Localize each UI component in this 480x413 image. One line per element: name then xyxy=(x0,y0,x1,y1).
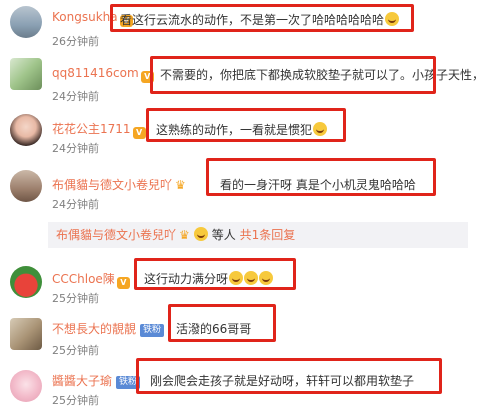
crown-badge-icon: ♛ xyxy=(179,228,190,242)
timestamp: 25分钟前 xyxy=(52,344,99,357)
avatar[interactable] xyxy=(10,170,42,202)
fan-badge: 铁粉 xyxy=(140,324,165,337)
highlight-box xyxy=(150,56,436,94)
timestamp: 24分钟前 xyxy=(52,90,99,103)
reply-summary[interactable]: 布偶貓与德文小卷兒吖 ♛ 等人 共1条回复 xyxy=(48,222,468,248)
avatar[interactable] xyxy=(10,370,42,402)
avatar[interactable] xyxy=(10,58,42,90)
username[interactable]: qq811416com V xyxy=(52,66,154,83)
avatar[interactable] xyxy=(10,114,42,146)
timestamp: 26分钟前 xyxy=(52,35,99,48)
emoji-icon xyxy=(193,227,208,241)
reply-username[interactable]: 布偶貓与德文小卷兒吖 xyxy=(56,228,176,242)
highlight-box xyxy=(134,258,296,290)
timestamp: 25分钟前 xyxy=(52,292,99,305)
vip-badge-icon: V xyxy=(116,277,130,289)
highlight-box xyxy=(110,4,414,32)
timestamp: 25分钟前 xyxy=(52,394,99,407)
reply-count-link[interactable]: 共1条回复 xyxy=(240,228,296,242)
avatar[interactable] xyxy=(10,266,42,298)
crown-badge-icon: ♛ xyxy=(175,178,186,192)
highlight-box xyxy=(146,108,346,142)
reply-middle-text: 等人 xyxy=(211,228,236,242)
username[interactable]: 花花公主1711 V xyxy=(52,120,146,139)
username[interactable]: CCChloe陳 V xyxy=(52,270,130,289)
vip-badge-icon: V xyxy=(132,127,146,139)
timestamp: 24分钟前 xyxy=(52,198,99,211)
highlight-box xyxy=(206,158,436,196)
avatar[interactable] xyxy=(10,318,42,350)
username[interactable]: 布偶貓与德文小卷兒吖 ♛ xyxy=(52,176,186,193)
highlight-box xyxy=(168,304,276,342)
timestamp: 24分钟前 xyxy=(52,142,99,155)
avatar[interactable] xyxy=(10,6,42,38)
highlight-box xyxy=(136,358,442,394)
username[interactable]: 醬醬大子瑜 铁粉 xyxy=(52,372,141,389)
username[interactable]: 不想長大的靚靚 铁粉 xyxy=(52,320,165,337)
